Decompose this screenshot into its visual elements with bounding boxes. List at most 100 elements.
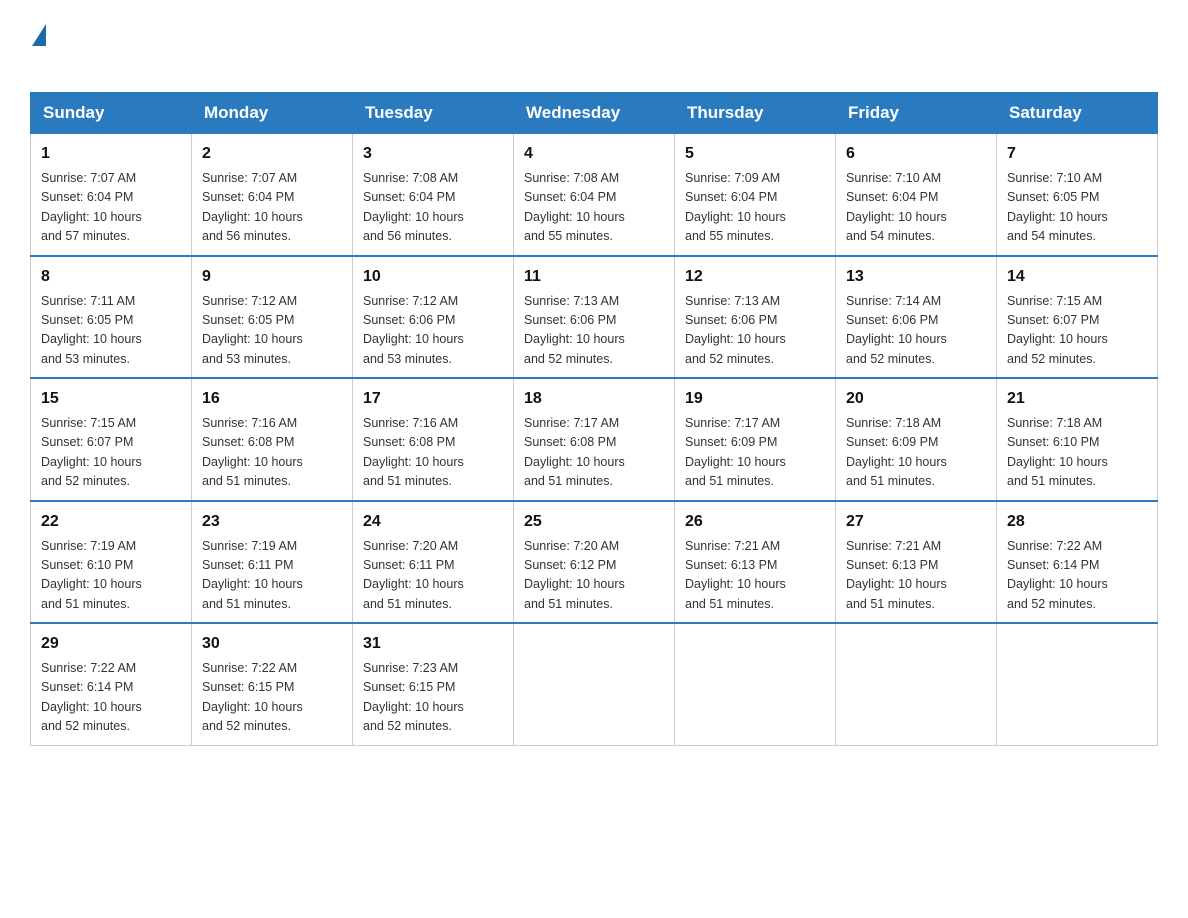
day-info: Sunrise: 7:21 AMSunset: 6:13 PMDaylight:…	[685, 537, 825, 615]
day-number: 2	[202, 142, 342, 166]
calendar-week-row: 22 Sunrise: 7:19 AMSunset: 6:10 PMDayligh…	[31, 501, 1158, 624]
calendar-week-row: 15 Sunrise: 7:15 AMSunset: 6:07 PMDayligh…	[31, 378, 1158, 501]
day-info: Sunrise: 7:21 AMSunset: 6:13 PMDaylight:…	[846, 537, 986, 615]
calendar-cell: 11 Sunrise: 7:13 AMSunset: 6:06 PMDayligh…	[514, 256, 675, 379]
calendar-cell: 1Sunrise: 7:07 AMSunset: 6:04 PMDaylight…	[31, 134, 192, 256]
day-info: Sunrise: 7:13 AMSunset: 6:06 PMDaylight:…	[524, 292, 664, 370]
day-info: Sunrise: 7:11 AMSunset: 6:05 PMDaylight:…	[41, 292, 181, 370]
day-number: 17	[363, 387, 503, 411]
calendar-cell	[997, 623, 1158, 745]
day-info: Sunrise: 7:13 AMSunset: 6:06 PMDaylight:…	[685, 292, 825, 370]
calendar-header-row: SundayMondayTuesdayWednesdayThursdayFrid…	[31, 93, 1158, 134]
day-info: Sunrise: 7:22 AMSunset: 6:14 PMDaylight:…	[41, 659, 181, 737]
day-number: 14	[1007, 265, 1147, 289]
calendar-cell: 28 Sunrise: 7:22 AMSunset: 6:14 PMDayligh…	[997, 501, 1158, 624]
day-number: 5	[685, 142, 825, 166]
day-number: 7	[1007, 142, 1147, 166]
day-number: 9	[202, 265, 342, 289]
day-number: 31	[363, 632, 503, 656]
calendar-cell: 26 Sunrise: 7:21 AMSunset: 6:13 PMDayligh…	[675, 501, 836, 624]
calendar-cell: 31 Sunrise: 7:23 AMSunset: 6:15 PMDayligh…	[353, 623, 514, 745]
day-number: 10	[363, 265, 503, 289]
calendar-cell: 4 Sunrise: 7:08 AMSunset: 6:04 PMDaylight…	[514, 134, 675, 256]
calendar-cell: 18Sunrise: 7:17 AMSunset: 6:08 PMDayligh…	[514, 378, 675, 501]
calendar-cell: 25 Sunrise: 7:20 AMSunset: 6:12 PMDayligh…	[514, 501, 675, 624]
weekday-header-sunday: Sunday	[31, 93, 192, 134]
day-info: Sunrise: 7:22 AMSunset: 6:15 PMDaylight:…	[202, 659, 342, 737]
day-info: Sunrise: 7:08 AMSunset: 6:04 PMDaylight:…	[363, 169, 503, 247]
day-number: 24	[363, 510, 503, 534]
day-number: 28	[1007, 510, 1147, 534]
day-info: Sunrise: 7:18 AMSunset: 6:09 PMDaylight:…	[846, 414, 986, 492]
day-number: 3	[363, 142, 503, 166]
calendar-cell: 16Sunrise: 7:16 AMSunset: 6:08 PMDayligh…	[192, 378, 353, 501]
day-number: 13	[846, 265, 986, 289]
day-info: Sunrise: 7:18 AMSunset: 6:10 PMDaylight:…	[1007, 414, 1147, 492]
day-info: Sunrise: 7:19 AMSunset: 6:10 PMDaylight:…	[41, 537, 181, 615]
day-info: Sunrise: 7:22 AMSunset: 6:14 PMDaylight:…	[1007, 537, 1147, 615]
day-number: 19	[685, 387, 825, 411]
calendar-cell: 10 Sunrise: 7:12 AMSunset: 6:06 PMDayligh…	[353, 256, 514, 379]
calendar-cell: 14 Sunrise: 7:15 AMSunset: 6:07 PMDayligh…	[997, 256, 1158, 379]
calendar-cell: 22 Sunrise: 7:19 AMSunset: 6:10 PMDayligh…	[31, 501, 192, 624]
weekday-header-monday: Monday	[192, 93, 353, 134]
page-header: Gene	[30, 20, 1158, 72]
day-info: Sunrise: 7:23 AMSunset: 6:15 PMDaylight:…	[363, 659, 503, 737]
weekday-header-wednesday: Wednesday	[514, 93, 675, 134]
day-number: 25	[524, 510, 664, 534]
day-info: Sunrise: 7:19 AMSunset: 6:11 PMDaylight:…	[202, 537, 342, 615]
day-info: Sunrise: 7:17 AMSunset: 6:09 PMDaylight:…	[685, 414, 825, 492]
calendar-cell: 5 Sunrise: 7:09 AMSunset: 6:04 PMDaylight…	[675, 134, 836, 256]
calendar-cell: 19 Sunrise: 7:17 AMSunset: 6:09 PMDayligh…	[675, 378, 836, 501]
calendar-cell: 21 Sunrise: 7:18 AMSunset: 6:10 PMDayligh…	[997, 378, 1158, 501]
weekday-header-thursday: Thursday	[675, 93, 836, 134]
calendar-cell: 20 Sunrise: 7:18 AMSunset: 6:09 PMDayligh…	[836, 378, 997, 501]
calendar-cell	[836, 623, 997, 745]
calendar-cell	[675, 623, 836, 745]
day-info: Sunrise: 7:14 AMSunset: 6:06 PMDaylight:…	[846, 292, 986, 370]
day-number: 11	[524, 265, 664, 289]
calendar-cell: 23Sunrise: 7:19 AMSunset: 6:11 PMDayligh…	[192, 501, 353, 624]
calendar-cell: 3 Sunrise: 7:08 AMSunset: 6:04 PMDaylight…	[353, 134, 514, 256]
day-info: Sunrise: 7:10 AMSunset: 6:04 PMDaylight:…	[846, 169, 986, 247]
day-info: Sunrise: 7:09 AMSunset: 6:04 PMDaylight:…	[685, 169, 825, 247]
calendar-cell: 15 Sunrise: 7:15 AMSunset: 6:07 PMDayligh…	[31, 378, 192, 501]
day-number: 8	[41, 265, 181, 289]
calendar-week-row: 29 Sunrise: 7:22 AMSunset: 6:14 PMDayligh…	[31, 623, 1158, 745]
weekday-header-friday: Friday	[836, 93, 997, 134]
day-info: Sunrise: 7:15 AMSunset: 6:07 PMDaylight:…	[1007, 292, 1147, 370]
calendar-week-row: 8 Sunrise: 7:11 AMSunset: 6:05 PMDaylight…	[31, 256, 1158, 379]
day-info: Sunrise: 7:12 AMSunset: 6:05 PMDaylight:…	[202, 292, 342, 370]
day-number: 4	[524, 142, 664, 166]
day-info: Sunrise: 7:16 AMSunset: 6:08 PMDaylight:…	[202, 414, 342, 492]
calendar-cell: 2 Sunrise: 7:07 AMSunset: 6:04 PMDaylight…	[192, 134, 353, 256]
day-number: 26	[685, 510, 825, 534]
calendar-table: SundayMondayTuesdayWednesdayThursdayFrid…	[30, 92, 1158, 746]
weekday-header-tuesday: Tuesday	[353, 93, 514, 134]
calendar-cell: 13 Sunrise: 7:14 AMSunset: 6:06 PMDayligh…	[836, 256, 997, 379]
day-number: 15	[41, 387, 181, 411]
day-number: 12	[685, 265, 825, 289]
day-number: 22	[41, 510, 181, 534]
calendar-cell	[514, 623, 675, 745]
calendar-cell: 24 Sunrise: 7:20 AMSunset: 6:11 PMDayligh…	[353, 501, 514, 624]
calendar-cell: 17Sunrise: 7:16 AMSunset: 6:08 PMDayligh…	[353, 378, 514, 501]
calendar-cell: 7 Sunrise: 7:10 AMSunset: 6:05 PMDaylight…	[997, 134, 1158, 256]
day-info: Sunrise: 7:07 AMSunset: 6:04 PMDaylight:…	[202, 169, 342, 247]
day-info: Sunrise: 7:08 AMSunset: 6:04 PMDaylight:…	[524, 169, 664, 247]
calendar-cell: 30Sunrise: 7:22 AMSunset: 6:15 PMDayligh…	[192, 623, 353, 745]
day-info: Sunrise: 7:12 AMSunset: 6:06 PMDaylight:…	[363, 292, 503, 370]
day-number: 29	[41, 632, 181, 656]
calendar-cell: 8 Sunrise: 7:11 AMSunset: 6:05 PMDaylight…	[31, 256, 192, 379]
day-number: 27	[846, 510, 986, 534]
weekday-header-saturday: Saturday	[997, 93, 1158, 134]
day-info: Sunrise: 7:20 AMSunset: 6:12 PMDaylight:…	[524, 537, 664, 615]
calendar-cell: 29 Sunrise: 7:22 AMSunset: 6:14 PMDayligh…	[31, 623, 192, 745]
day-info: Sunrise: 7:20 AMSunset: 6:11 PMDaylight:…	[363, 537, 503, 615]
calendar-cell: 12 Sunrise: 7:13 AMSunset: 6:06 PMDayligh…	[675, 256, 836, 379]
day-number: 20	[846, 387, 986, 411]
day-number: 21	[1007, 387, 1147, 411]
calendar-cell: 9 Sunrise: 7:12 AMSunset: 6:05 PMDaylight…	[192, 256, 353, 379]
day-info: Sunrise: 7:10 AMSunset: 6:05 PMDaylight:…	[1007, 169, 1147, 247]
day-info: Sunrise: 7:15 AMSunset: 6:07 PMDaylight:…	[41, 414, 181, 492]
